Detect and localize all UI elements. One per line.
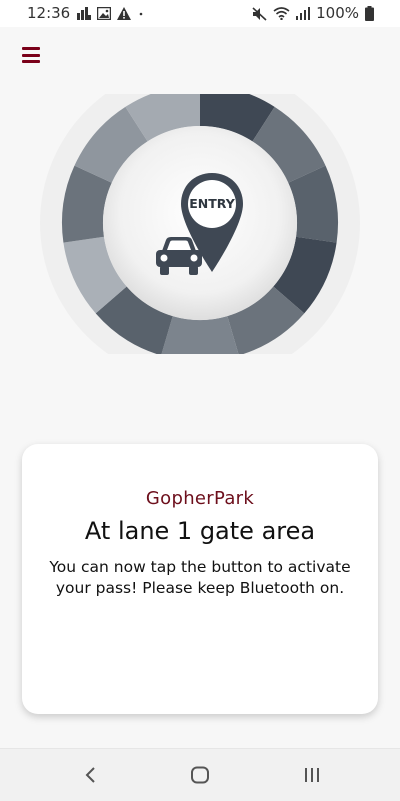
- home-button[interactable]: [186, 763, 214, 787]
- menu-line: [22, 53, 40, 57]
- status-card: GopherPark At lane 1 gate area You can n…: [22, 444, 378, 714]
- battery-icon: [365, 6, 374, 21]
- gate-status-title: At lane 1 gate area: [84, 517, 316, 545]
- home-icon: [191, 766, 209, 784]
- entry-dial: ENTRY: [40, 94, 360, 354]
- brand-name: GopherPark: [145, 488, 255, 509]
- menu-line: [22, 47, 40, 50]
- battery-percent: 100%: [316, 4, 359, 22]
- warning-icon: [117, 7, 131, 20]
- status-left-icons: [76, 7, 145, 20]
- status-bar: 12:36 100%: [0, 0, 400, 27]
- status-right: 100%: [252, 0, 374, 27]
- dot-icon: [139, 12, 143, 16]
- back-button[interactable]: [76, 763, 104, 787]
- entry-badge-text: ENTRY: [189, 196, 235, 211]
- car-icon: [156, 237, 202, 275]
- mute-icon: [252, 6, 267, 21]
- recents-button[interactable]: [298, 763, 326, 787]
- menu-line: [22, 60, 40, 63]
- recents-icon: [305, 768, 319, 782]
- signal-icon: [296, 7, 311, 20]
- gallery-icon: [97, 7, 111, 20]
- data-saver-icon: [77, 7, 91, 20]
- hamburger-menu-icon[interactable]: [22, 46, 40, 64]
- status-time: 12:36: [27, 4, 71, 22]
- system-nav-bar: [0, 748, 400, 801]
- wifi-icon: [273, 7, 290, 20]
- back-icon: [85, 767, 95, 783]
- instruction-message: You can now tap the button to activate y…: [49, 558, 351, 597]
